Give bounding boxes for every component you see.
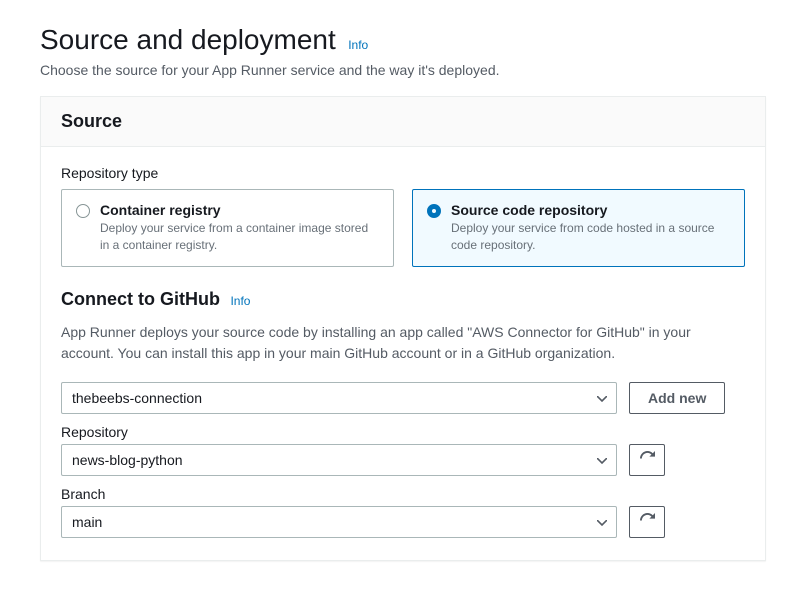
refresh-branch-button[interactable] bbox=[629, 506, 665, 538]
connect-github-description: App Runner deploys your source code by i… bbox=[61, 322, 745, 364]
branch-label: Branch bbox=[61, 486, 745, 502]
radio-title-container: Container registry bbox=[100, 202, 379, 218]
connection-value: thebeebs-connection bbox=[72, 390, 202, 406]
info-link-page[interactable]: Info bbox=[348, 38, 368, 52]
radio-container-registry[interactable]: Container registry Deploy your service f… bbox=[61, 189, 394, 267]
refresh-icon bbox=[640, 451, 655, 469]
branch-value: main bbox=[72, 514, 102, 530]
repository-type-label: Repository type bbox=[61, 165, 745, 181]
radio-source-code-repository[interactable]: Source code repository Deploy your servi… bbox=[412, 189, 745, 267]
info-link-github[interactable]: Info bbox=[230, 294, 250, 308]
branch-select[interactable]: main bbox=[61, 506, 617, 538]
connection-select[interactable]: thebeebs-connection bbox=[61, 382, 617, 414]
radio-icon bbox=[76, 204, 90, 218]
radio-icon-selected bbox=[427, 204, 441, 218]
radio-desc-source: Deploy your service from code hosted in … bbox=[451, 220, 730, 254]
repository-select[interactable]: news-blog-python bbox=[61, 444, 617, 476]
repository-value: news-blog-python bbox=[72, 452, 183, 468]
radio-desc-container: Deploy your service from a container ima… bbox=[100, 220, 379, 254]
refresh-icon bbox=[640, 513, 655, 531]
radio-title-source: Source code repository bbox=[451, 202, 730, 218]
add-new-button[interactable]: Add new bbox=[629, 382, 725, 414]
source-panel-title: Source bbox=[61, 111, 745, 132]
page-title: Source and deployment bbox=[40, 24, 336, 56]
connect-github-title: Connect to GitHub bbox=[61, 289, 220, 310]
refresh-repository-button[interactable] bbox=[629, 444, 665, 476]
source-panel: Source Repository type Container registr… bbox=[40, 96, 766, 561]
page-description: Choose the source for your App Runner se… bbox=[40, 62, 766, 78]
repository-label: Repository bbox=[61, 424, 745, 440]
